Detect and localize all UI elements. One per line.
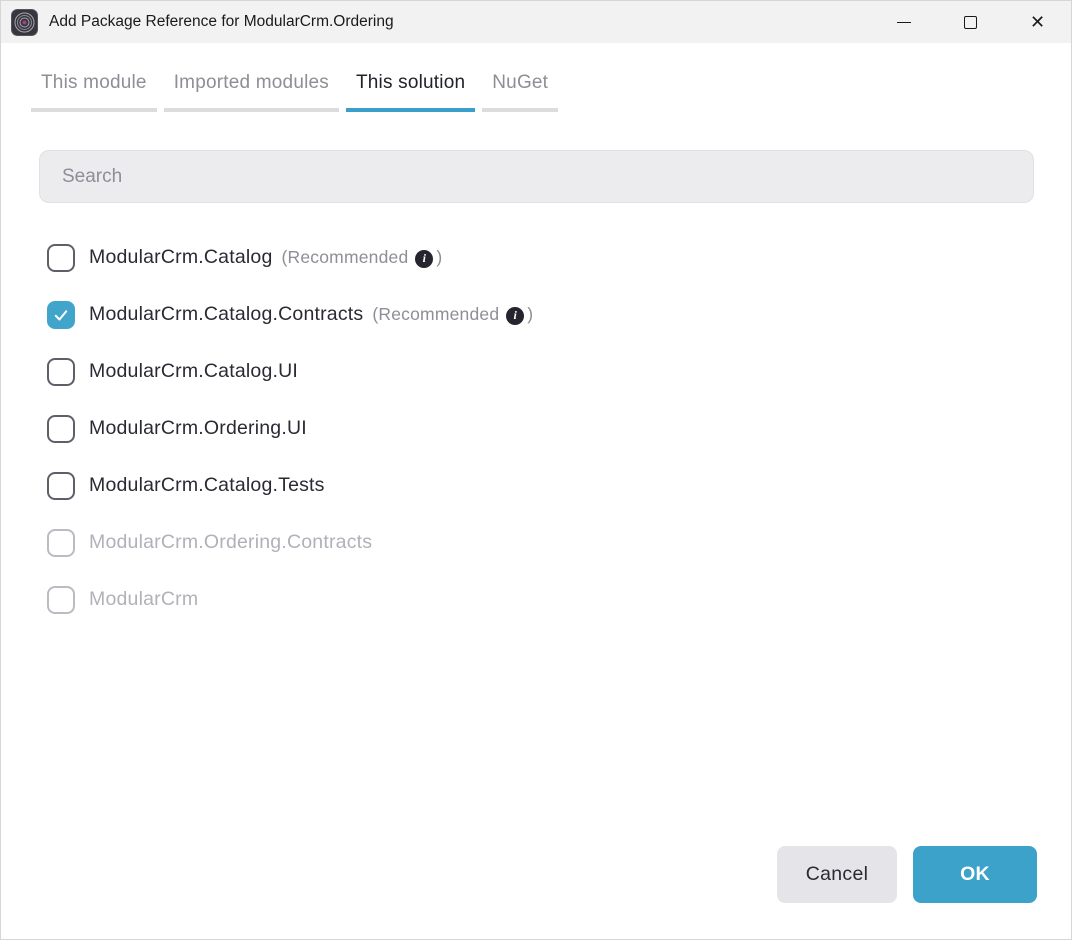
tab-nuget[interactable]: NuGet (482, 72, 558, 112)
package-name: ModularCrm.Catalog.Tests (89, 474, 325, 497)
recommended-suffix: ) (436, 247, 442, 268)
package-row: ModularCrm.Catalog.Contracts (Recommende… (1, 286, 1071, 343)
package-list: ModularCrm.Catalog (Recommended i ) Modu… (1, 229, 1071, 628)
package-checkbox[interactable] (47, 415, 75, 443)
close-icon: ✕ (1030, 13, 1045, 31)
recommended-badge: (Recommended i ) (282, 247, 443, 268)
package-name: ModularCrm (89, 588, 198, 611)
recommended-text: (Recommended (282, 247, 409, 268)
app-icon (11, 9, 38, 36)
package-checkbox[interactable] (47, 301, 75, 329)
package-row: ModularCrm (1, 571, 1071, 628)
package-checkbox[interactable] (47, 529, 75, 557)
package-name: ModularCrm.Catalog.UI (89, 360, 298, 383)
recommended-text: (Recommended (372, 304, 499, 325)
maximize-icon (964, 16, 977, 29)
maximize-button[interactable] (937, 1, 1004, 43)
minimize-button[interactable] (870, 1, 937, 43)
dialog-footer: Cancel OK (777, 846, 1037, 903)
tab-imported-modules[interactable]: Imported modules (164, 72, 339, 112)
window-title: Add Package Reference for ModularCrm.Ord… (49, 13, 394, 31)
package-row: ModularCrm.Catalog.UI (1, 343, 1071, 400)
package-checkbox[interactable] (47, 472, 75, 500)
info-icon[interactable]: i (415, 250, 433, 268)
tab-this-solution[interactable]: This solution (346, 72, 475, 112)
package-row: ModularCrm.Ordering.Contracts (1, 514, 1071, 571)
tab-this-module[interactable]: This module (31, 72, 157, 112)
check-icon (52, 306, 70, 324)
package-row: ModularCrm.Catalog.Tests (1, 457, 1071, 514)
tab-bar: This module Imported modules This soluti… (1, 43, 1071, 112)
package-name: ModularCrm.Catalog (89, 246, 273, 269)
add-package-reference-dialog: Add Package Reference for ModularCrm.Ord… (0, 0, 1072, 940)
window-controls: ✕ (870, 1, 1071, 43)
package-checkbox[interactable] (47, 244, 75, 272)
ok-button[interactable]: OK (913, 846, 1037, 903)
package-row: ModularCrm.Catalog (Recommended i ) (1, 229, 1071, 286)
minimize-icon (897, 22, 911, 23)
info-icon[interactable]: i (506, 307, 524, 325)
recommended-suffix: ) (527, 304, 533, 325)
package-row: ModularCrm.Ordering.UI (1, 400, 1071, 457)
titlebar: Add Package Reference for ModularCrm.Ord… (1, 1, 1071, 43)
close-button[interactable]: ✕ (1004, 1, 1071, 43)
package-name: ModularCrm.Ordering.UI (89, 417, 307, 440)
search-input[interactable] (39, 150, 1034, 203)
package-name: ModularCrm.Catalog.Contracts (89, 303, 363, 326)
search-container (39, 150, 1034, 203)
package-name: ModularCrm.Ordering.Contracts (89, 531, 372, 554)
package-checkbox[interactable] (47, 358, 75, 386)
recommended-badge: (Recommended i ) (372, 304, 533, 325)
cancel-button[interactable]: Cancel (777, 846, 897, 903)
package-checkbox[interactable] (47, 586, 75, 614)
